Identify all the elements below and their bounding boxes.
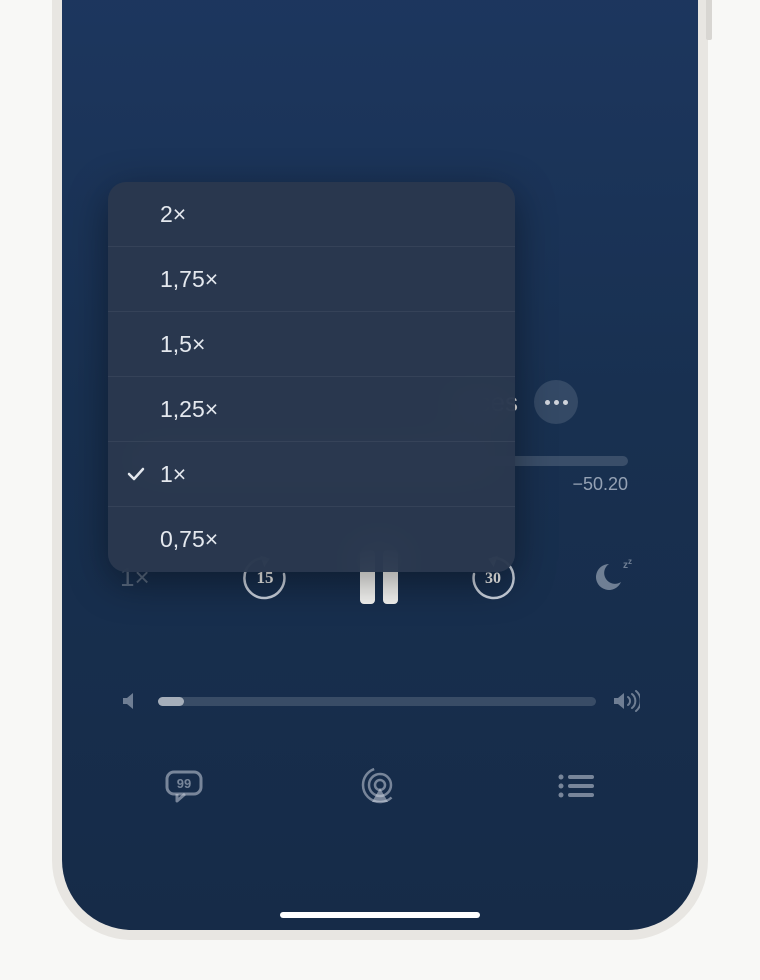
screen: BR IN ences −50.20 1× 15 [62,0,698,930]
phone-frame: BR IN ences −50.20 1× 15 [52,0,708,940]
volume-level [158,697,184,706]
speed-option-2x[interactable]: 2× [108,182,515,247]
speed-option-1-5x[interactable]: 1,5× [108,312,515,377]
bottom-actions: 99 [162,768,598,804]
svg-text:z: z [628,558,632,566]
speed-option-1x[interactable]: 1× [108,442,515,507]
list-icon [556,771,596,801]
speed-option-label: 1× [160,461,186,488]
svg-text:99: 99 [177,776,191,791]
power-hardware-button [706,0,712,40]
speed-option-1-25x[interactable]: 1,25× [108,377,515,442]
speed-option-label: 1,75× [160,266,218,293]
quote-bubble-icon: 99 [163,768,205,804]
speed-menu: 2× 1,75× 1,5× 1,25× 1× 0,75× [108,182,515,572]
speed-option-label: 1,25× [160,396,218,423]
svg-text:30: 30 [485,570,501,587]
airplay-button[interactable] [358,768,402,804]
time-remaining: −50.20 [572,474,628,495]
speed-option-label: 0,75× [160,526,218,553]
home-indicator[interactable] [280,912,480,918]
queue-button[interactable] [554,768,598,804]
quotes-button[interactable]: 99 [162,768,206,804]
moon-icon: z z [595,558,633,596]
speed-option-1-75x[interactable]: 1,75× [108,247,515,312]
speed-option-0-75x[interactable]: 0,75× [108,507,515,572]
sleep-timer-button[interactable]: z z [588,551,640,603]
volume-low-icon [120,690,142,712]
speed-option-label: 1,5× [160,331,205,358]
speed-option-label: 2× [160,201,186,228]
airplay-icon [360,768,400,804]
checkmark-icon [126,464,146,484]
more-button[interactable] [534,380,578,424]
volume-high-icon [612,690,640,712]
volume-control [120,690,640,712]
volume-slider[interactable] [158,697,596,706]
